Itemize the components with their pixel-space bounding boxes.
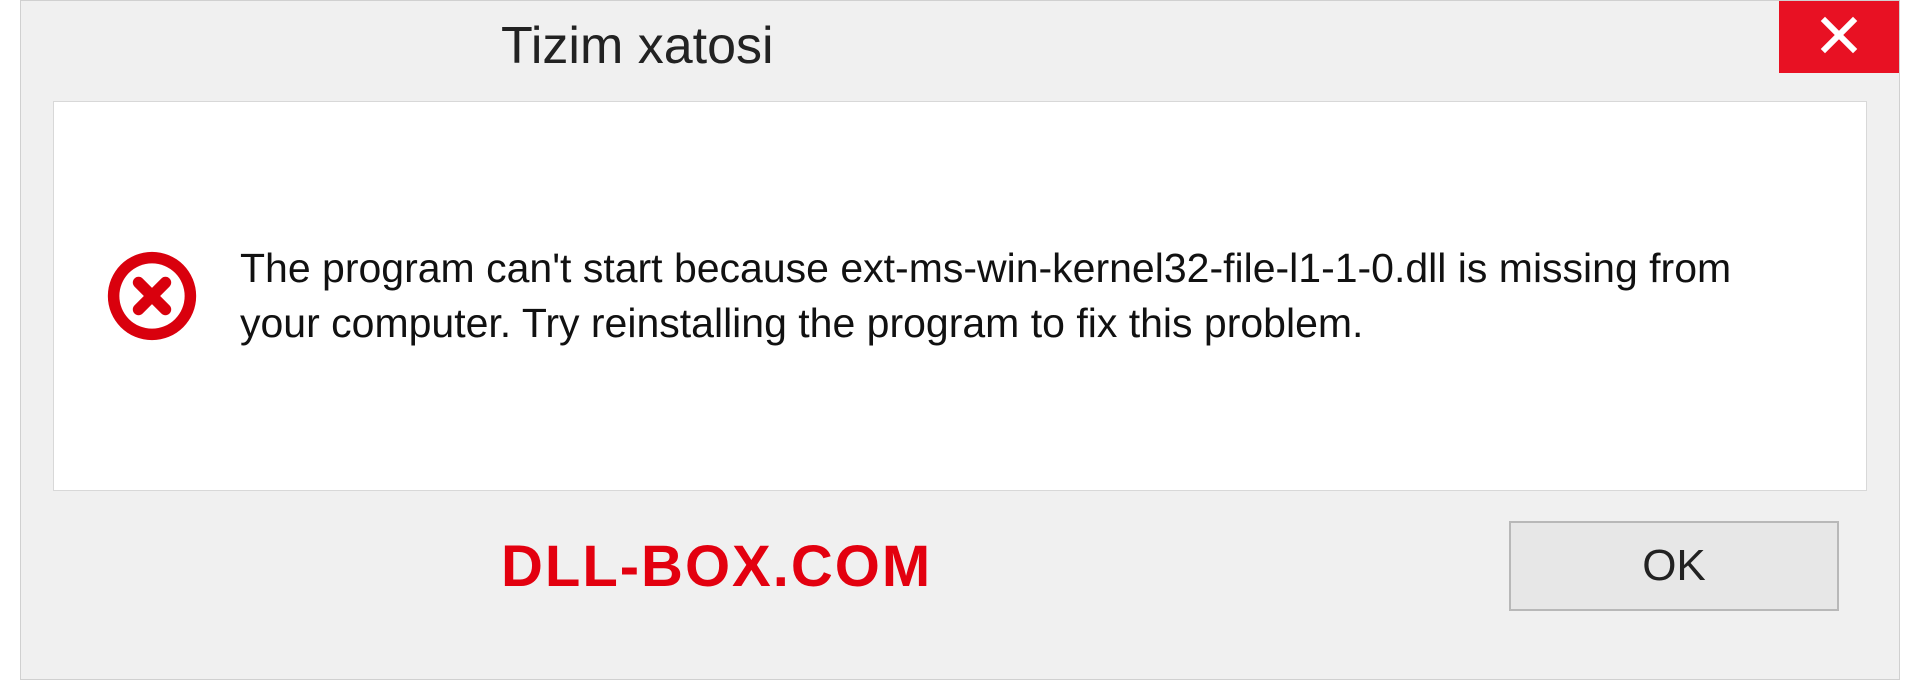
error-icon <box>104 248 200 344</box>
close-icon <box>1819 15 1859 60</box>
watermark-text: DLL-BOX.COM <box>501 533 932 600</box>
error-message: The program can't start because ext-ms-w… <box>240 241 1816 352</box>
dialog-footer: DLL-BOX.COM OK <box>21 491 1899 611</box>
ok-button[interactable]: OK <box>1509 521 1839 611</box>
ok-button-label: OK <box>1642 541 1706 591</box>
dialog-title: Tizim xatosi <box>501 16 774 76</box>
content-panel: The program can't start because ext-ms-w… <box>53 101 1867 491</box>
error-dialog: Tizim xatosi The program can't start bec… <box>20 0 1900 680</box>
titlebar: Tizim xatosi <box>21 1 1899 91</box>
close-button[interactable] <box>1779 1 1899 73</box>
